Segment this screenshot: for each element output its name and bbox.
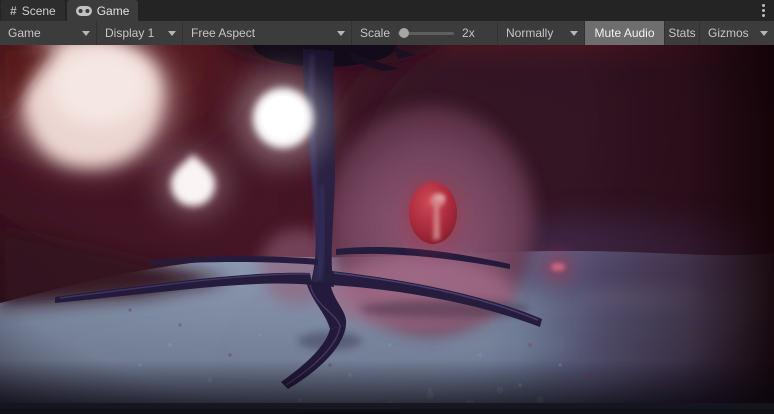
chevron-down-icon <box>337 31 345 36</box>
game-menu-label: Game <box>8 26 41 40</box>
game-view-toolbar: Game Display 1 Free Aspect Scale 2x Norm… <box>0 21 774 45</box>
kebab-menu-icon[interactable] <box>762 4 765 17</box>
game-viewport[interactable] <box>0 45 774 414</box>
stats-label: Stats <box>668 26 695 40</box>
tab-game-label: Game <box>97 4 130 18</box>
chevron-down-icon <box>760 31 768 36</box>
gizmos-label: Gizmos <box>708 26 749 40</box>
display-label: Display 1 <box>105 26 154 40</box>
scale-slider[interactable] <box>398 27 454 39</box>
scale-label: Scale <box>360 26 390 40</box>
mute-audio-label: Mute Audio <box>594 26 654 40</box>
tab-game[interactable]: Game <box>67 0 139 21</box>
tab-scene[interactable]: # Scene <box>1 0 65 21</box>
scale-slider-knob[interactable] <box>399 28 409 38</box>
gamepad-icon <box>76 6 92 16</box>
tab-bar: # Scene Game <box>0 0 774 21</box>
chevron-down-icon <box>168 31 176 36</box>
chevron-down-icon <box>82 31 90 36</box>
white-orb-glow <box>235 70 331 166</box>
stats-button[interactable]: Stats <box>665 21 700 45</box>
display-dropdown[interactable]: Display 1 <box>97 21 183 45</box>
heart-glow <box>157 149 229 217</box>
rendered-game-scene <box>0 45 774 414</box>
chevron-down-icon <box>570 31 578 36</box>
scene-grid-icon: # <box>10 5 17 17</box>
scale-value: 2x <box>462 26 475 40</box>
scale-control: Scale 2x <box>352 21 498 45</box>
play-focus-dropdown[interactable]: Normally <box>498 21 585 45</box>
aspect-ratio-dropdown[interactable]: Free Aspect <box>183 21 352 45</box>
mute-audio-button[interactable]: Mute Audio <box>585 21 665 45</box>
game-menu-dropdown[interactable]: Game <box>0 21 97 45</box>
play-focus-label: Normally <box>506 26 553 40</box>
tab-scene-label: Scene <box>22 4 56 18</box>
gizmos-dropdown[interactable]: Gizmos <box>700 21 774 45</box>
aspect-label: Free Aspect <box>191 26 255 40</box>
